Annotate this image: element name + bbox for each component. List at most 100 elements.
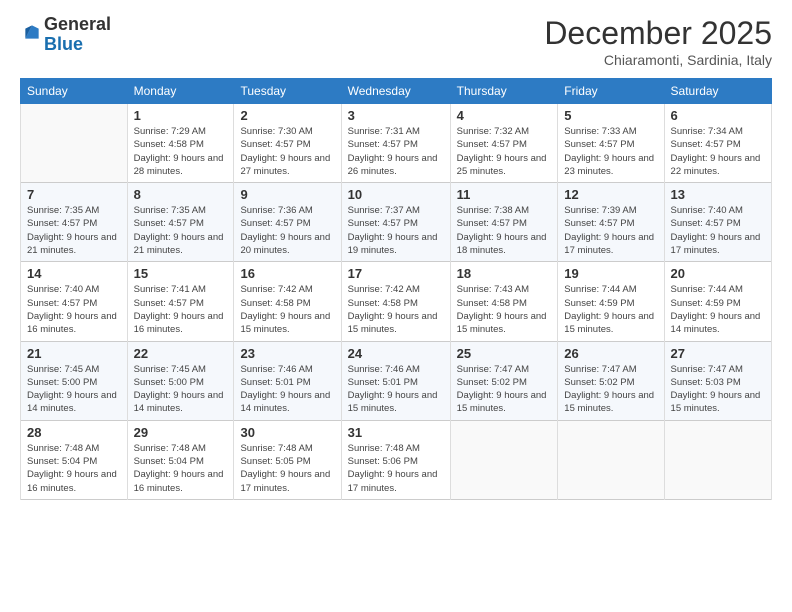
day-info: Sunrise: 7:40 AMSunset: 4:57 PMDaylight:… bbox=[27, 283, 121, 336]
calendar-cell bbox=[450, 420, 558, 499]
day-number: 14 bbox=[27, 266, 121, 281]
weekday-header-friday: Friday bbox=[558, 79, 664, 104]
logo-blue-text: Blue bbox=[44, 34, 83, 54]
day-number: 17 bbox=[348, 266, 444, 281]
day-number: 13 bbox=[671, 187, 765, 202]
day-info: Sunrise: 7:31 AMSunset: 4:57 PMDaylight:… bbox=[348, 125, 444, 178]
calendar-cell: 11 Sunrise: 7:38 AMSunset: 4:57 PMDayligh… bbox=[450, 183, 558, 262]
month-title: December 2025 bbox=[544, 15, 772, 52]
calendar-cell: 19Sunrise: 7:44 AMSunset: 4:59 PMDayligh… bbox=[558, 262, 664, 341]
calendar-cell: 4 Sunrise: 7:32 AMSunset: 4:57 PMDaylight… bbox=[450, 104, 558, 183]
day-info: Sunrise: 7:45 AMSunset: 5:00 PMDaylight:… bbox=[134, 363, 228, 416]
calendar-cell bbox=[558, 420, 664, 499]
day-info: Sunrise: 7:29 AMSunset: 4:58 PMDaylight:… bbox=[134, 125, 228, 178]
calendar-cell: 5Sunrise: 7:33 AMSunset: 4:57 PMDaylight… bbox=[558, 104, 664, 183]
day-number: 19 bbox=[564, 266, 657, 281]
day-info: Sunrise: 7:46 AMSunset: 5:01 PMDaylight:… bbox=[348, 363, 444, 416]
calendar-cell: 29Sunrise: 7:48 AMSunset: 5:04 PMDayligh… bbox=[127, 420, 234, 499]
day-number: 8 bbox=[134, 187, 228, 202]
calendar-cell: 1 Sunrise: 7:29 AMSunset: 4:58 PMDaylight… bbox=[127, 104, 234, 183]
calendar-cell: 24 Sunrise: 7:46 AMSunset: 5:01 PMDayligh… bbox=[341, 341, 450, 420]
day-info: Sunrise: 7:47 AMSunset: 5:02 PMDaylight:… bbox=[564, 363, 657, 416]
weekday-header-row: SundayMondayTuesdayWednesdayThursdayFrid… bbox=[21, 79, 772, 104]
calendar-cell: 30 Sunrise: 7:48 AMSunset: 5:05 PMDayligh… bbox=[234, 420, 341, 499]
calendar-cell: 27 Sunrise: 7:47 AMSunset: 5:03 PMDayligh… bbox=[664, 341, 771, 420]
calendar-cell: 6 Sunrise: 7:34 AMSunset: 4:57 PMDaylight… bbox=[664, 104, 771, 183]
day-info: Sunrise: 7:35 AMSunset: 4:57 PMDaylight:… bbox=[27, 204, 121, 257]
calendar-cell bbox=[664, 420, 771, 499]
calendar-cell: 23 Sunrise: 7:46 AMSunset: 5:01 PMDayligh… bbox=[234, 341, 341, 420]
day-info: Sunrise: 7:30 AMSunset: 4:57 PMDaylight:… bbox=[240, 125, 334, 178]
calendar-cell: 13 Sunrise: 7:40 AMSunset: 4:57 PMDayligh… bbox=[664, 183, 771, 262]
day-number: 2 bbox=[240, 108, 334, 123]
calendar-cell: 14 Sunrise: 7:40 AMSunset: 4:57 PMDayligh… bbox=[21, 262, 128, 341]
day-info: Sunrise: 7:47 AMSunset: 5:03 PMDaylight:… bbox=[671, 363, 765, 416]
calendar-cell: 17 Sunrise: 7:42 AMSunset: 4:58 PMDayligh… bbox=[341, 262, 450, 341]
weekday-header-tuesday: Tuesday bbox=[234, 79, 341, 104]
day-number: 12 bbox=[564, 187, 657, 202]
calendar-week-row: 14 Sunrise: 7:40 AMSunset: 4:57 PMDayligh… bbox=[21, 262, 772, 341]
weekday-header-monday: Monday bbox=[127, 79, 234, 104]
calendar-week-row: 21 Sunrise: 7:45 AMSunset: 5:00 PMDayligh… bbox=[21, 341, 772, 420]
day-number: 24 bbox=[348, 346, 444, 361]
day-info: Sunrise: 7:48 AMSunset: 5:04 PMDaylight:… bbox=[27, 442, 121, 495]
day-number: 10 bbox=[348, 187, 444, 202]
day-info: Sunrise: 7:37 AMSunset: 4:57 PMDaylight:… bbox=[348, 204, 444, 257]
calendar-cell bbox=[21, 104, 128, 183]
day-info: Sunrise: 7:42 AMSunset: 4:58 PMDaylight:… bbox=[348, 283, 444, 336]
day-number: 16 bbox=[240, 266, 334, 281]
day-number: 28 bbox=[27, 425, 121, 440]
calendar-cell: 18 Sunrise: 7:43 AMSunset: 4:58 PMDayligh… bbox=[450, 262, 558, 341]
calendar-cell: 3Sunrise: 7:31 AMSunset: 4:57 PMDaylight… bbox=[341, 104, 450, 183]
day-info: Sunrise: 7:40 AMSunset: 4:57 PMDaylight:… bbox=[671, 204, 765, 257]
calendar-cell: 8Sunrise: 7:35 AMSunset: 4:57 PMDaylight… bbox=[127, 183, 234, 262]
title-section: December 2025 Chiaramonti, Sardinia, Ita… bbox=[544, 15, 772, 68]
day-info: Sunrise: 7:39 AMSunset: 4:57 PMDaylight:… bbox=[564, 204, 657, 257]
calendar-cell: 31Sunrise: 7:48 AMSunset: 5:06 PMDayligh… bbox=[341, 420, 450, 499]
location: Chiaramonti, Sardinia, Italy bbox=[544, 52, 772, 68]
day-number: 1 bbox=[134, 108, 228, 123]
calendar-cell: 26 Sunrise: 7:47 AMSunset: 5:02 PMDayligh… bbox=[558, 341, 664, 420]
day-info: Sunrise: 7:48 AMSunset: 5:05 PMDaylight:… bbox=[240, 442, 334, 495]
weekday-header-thursday: Thursday bbox=[450, 79, 558, 104]
day-number: 11 bbox=[457, 187, 552, 202]
day-info: Sunrise: 7:34 AMSunset: 4:57 PMDaylight:… bbox=[671, 125, 765, 178]
logo-general-text: General bbox=[44, 14, 111, 34]
calendar-cell: 21 Sunrise: 7:45 AMSunset: 5:00 PMDayligh… bbox=[21, 341, 128, 420]
calendar-cell: 7 Sunrise: 7:35 AMSunset: 4:57 PMDaylight… bbox=[21, 183, 128, 262]
day-number: 18 bbox=[457, 266, 552, 281]
calendar-cell: 20Sunrise: 7:44 AMSunset: 4:59 PMDayligh… bbox=[664, 262, 771, 341]
calendar-week-row: 7 Sunrise: 7:35 AMSunset: 4:57 PMDaylight… bbox=[21, 183, 772, 262]
logo: General Blue bbox=[20, 15, 111, 55]
calendar-cell: 16 Sunrise: 7:42 AMSunset: 4:58 PMDayligh… bbox=[234, 262, 341, 341]
day-info: Sunrise: 7:48 AMSunset: 5:06 PMDaylight:… bbox=[348, 442, 444, 495]
header: General Blue December 2025 Chiaramonti, … bbox=[20, 15, 772, 68]
day-number: 27 bbox=[671, 346, 765, 361]
calendar-cell: 22 Sunrise: 7:45 AMSunset: 5:00 PMDayligh… bbox=[127, 341, 234, 420]
calendar-cell: 10 Sunrise: 7:37 AMSunset: 4:57 PMDayligh… bbox=[341, 183, 450, 262]
day-number: 7 bbox=[27, 187, 121, 202]
day-info: Sunrise: 7:33 AMSunset: 4:57 PMDaylight:… bbox=[564, 125, 657, 178]
day-number: 21 bbox=[27, 346, 121, 361]
day-info: Sunrise: 7:46 AMSunset: 5:01 PMDaylight:… bbox=[240, 363, 334, 416]
day-info: Sunrise: 7:32 AMSunset: 4:57 PMDaylight:… bbox=[457, 125, 552, 178]
day-number: 23 bbox=[240, 346, 334, 361]
day-info: Sunrise: 7:43 AMSunset: 4:58 PMDaylight:… bbox=[457, 283, 552, 336]
day-info: Sunrise: 7:42 AMSunset: 4:58 PMDaylight:… bbox=[240, 283, 334, 336]
calendar-cell: 28 Sunrise: 7:48 AMSunset: 5:04 PMDayligh… bbox=[21, 420, 128, 499]
day-number: 22 bbox=[134, 346, 228, 361]
logo-icon bbox=[22, 22, 42, 42]
calendar-cell: 2 Sunrise: 7:30 AMSunset: 4:57 PMDaylight… bbox=[234, 104, 341, 183]
weekday-header-sunday: Sunday bbox=[21, 79, 128, 104]
day-number: 15 bbox=[134, 266, 228, 281]
day-info: Sunrise: 7:41 AMSunset: 4:57 PMDaylight:… bbox=[134, 283, 228, 336]
day-number: 4 bbox=[457, 108, 552, 123]
day-info: Sunrise: 7:45 AMSunset: 5:00 PMDaylight:… bbox=[27, 363, 121, 416]
calendar-week-row: 1 Sunrise: 7:29 AMSunset: 4:58 PMDaylight… bbox=[21, 104, 772, 183]
day-info: Sunrise: 7:38 AMSunset: 4:57 PMDaylight:… bbox=[457, 204, 552, 257]
day-number: 30 bbox=[240, 425, 334, 440]
calendar-week-row: 28 Sunrise: 7:48 AMSunset: 5:04 PMDayligh… bbox=[21, 420, 772, 499]
calendar-cell: 15 Sunrise: 7:41 AMSunset: 4:57 PMDayligh… bbox=[127, 262, 234, 341]
day-number: 6 bbox=[671, 108, 765, 123]
day-number: 26 bbox=[564, 346, 657, 361]
